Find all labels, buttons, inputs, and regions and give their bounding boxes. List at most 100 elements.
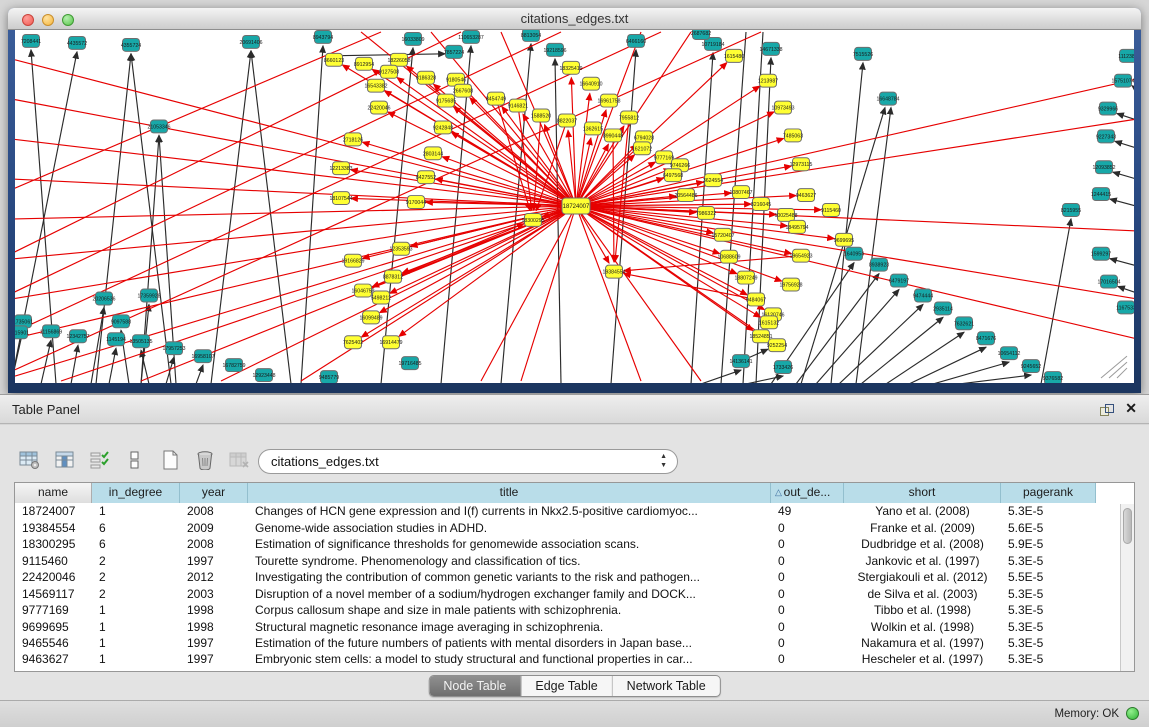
graph-node[interactable]: 8822037 [557,114,577,127]
graph-node[interactable]: 11156869 [40,325,62,338]
graph-node[interactable]: 8454749 [486,92,506,105]
graph-node[interactable]: 1640954 [844,247,864,260]
graph-node[interactable]: 9242848 [433,121,453,134]
table-cell[interactable]: Embryonic stem cells: a model to study s… [248,651,771,667]
table-cell[interactable]: 2008 [180,503,248,519]
graph-node[interactable]: 8878312 [383,270,403,283]
graph-node[interactable]: 20206536 [92,292,115,305]
table-cell[interactable]: 9463627 [15,651,92,667]
graph-node[interactable]: 7515526 [853,47,873,60]
graph-node[interactable]: 3624554 [703,174,723,187]
table-cell[interactable]: 5.5E-5 [1001,569,1096,585]
graph-node[interactable]: 1615132 [759,316,779,329]
graph-node[interactable]: 16648784 [876,92,899,105]
graph-node[interactable]: 2935114 [933,302,953,315]
graph-node[interactable]: 16782759 [222,359,245,372]
graph-node[interactable]: 9376582 [1043,372,1063,383]
graph-node[interactable]: 9474444 [913,289,933,302]
graph-node[interactable]: 1112384 [1118,49,1134,62]
graph-node[interactable]: 7632621 [954,317,974,330]
graph-node[interactable]: 1244415 [1091,188,1111,201]
graph-node[interactable]: 19218596 [543,43,566,56]
table-cell[interactable]: 5.3E-5 [1001,635,1096,651]
table-cell[interactable]: 0 [771,602,844,618]
graph-node[interactable]: 18807249 [734,271,757,284]
table-body[interactable]: 1872400712008Changes of HCN gene express… [15,503,1134,667]
graph-node[interactable]: 2667608 [453,84,473,97]
column-header-short[interactable]: short [844,483,1001,503]
table-cell[interactable]: 0 [771,536,844,552]
table-cell[interactable]: 2009 [180,520,248,536]
graph-node[interactable]: 10025488 [774,208,797,221]
table-cell[interactable]: 0 [771,520,844,536]
table-cell[interactable]: Disruption of a novel member of a sodium… [248,586,771,602]
graph-node[interactable]: 10688609 [717,250,740,263]
column-header-pagerank[interactable]: pagerank [1001,483,1096,503]
graph-node[interactable]: 8471676 [976,332,996,345]
table-cell[interactable]: 5.3E-5 [1001,651,1096,667]
table-cell[interactable]: Genome-wide association studies in ADHD. [248,520,771,536]
table-cell[interactable]: 1998 [180,619,248,635]
graph-node[interactable]: 9146821 [508,99,528,112]
table-cell[interactable]: 1997 [180,553,248,569]
table-cell[interactable]: 1 [92,619,180,635]
table-settings-icon[interactable] [18,448,42,472]
graph-node[interactable]: 1621072 [632,142,652,155]
graph-node[interactable]: 1733426 [773,361,793,374]
graph-node[interactable]: 3915901 [15,326,29,339]
table-cell[interactable]: 0 [771,569,844,585]
graph-node[interactable]: 8186328 [416,71,436,84]
row-height-icon[interactable] [123,448,147,472]
table-cell[interactable]: 22420046 [15,569,92,585]
network-canvas[interactable]: 1872400786601238912954182260589127508818… [15,30,1134,383]
graph-node[interactable]: 16914479 [379,336,402,349]
table-row[interactable]: 946362711997Embryonic stem cells: a mode… [15,651,1134,667]
graph-node[interactable]: 19384554 [602,265,625,278]
table-cell[interactable]: 2 [92,586,180,602]
graph-node[interactable]: 18107544 [329,192,352,205]
table-cell[interactable]: 1997 [180,635,248,651]
table-cell[interactable]: 5.9E-5 [1001,536,1096,552]
column-header-year[interactable]: year [180,483,248,503]
table-cell[interactable]: 5.3E-5 [1001,553,1096,569]
table-cell[interactable]: Wolkin et al. (1998) [844,619,1001,635]
graph-node[interactable]: 20564486 [674,189,697,202]
column-header-name[interactable]: name [15,483,92,503]
graph-node[interactable]: 17359928 [137,289,160,302]
graph-node[interactable]: 16033809 [401,32,424,45]
table-cell[interactable]: Tibbo et al. (1998) [844,602,1001,618]
table-cell[interactable]: Nakamura et al. (1997) [844,635,1001,651]
table-cell[interactable]: Franke et al. (2009) [844,520,1001,536]
table-cell[interactable]: Hescheler et al. (1997) [844,651,1001,667]
graph-node[interactable]: 19756928 [779,278,802,291]
table-vertical-scrollbar[interactable] [1120,504,1134,672]
graph-node[interactable]: 21053346 [147,120,170,133]
graph-node[interactable]: 5498212 [371,291,391,304]
table-cell[interactable]: Tourette syndrome. Phenomenology and cla… [248,553,771,569]
table-row[interactable]: 969969511998Structural magnetic resonanc… [15,619,1134,635]
graph-node[interactable]: 12923448 [252,369,275,382]
table-cell[interactable]: Yano et al. (2008) [844,503,1001,519]
close-panel-icon[interactable]: ✕ [1125,400,1137,417]
table-cell[interactable]: 1 [92,635,180,651]
table-cell[interactable]: Changes of HCN gene expression and I(f) … [248,503,771,519]
table-cell[interactable]: 0 [771,619,844,635]
graph-node[interactable]: 9252254 [767,339,787,352]
table-cell[interactable]: 6 [92,520,180,536]
graph-node[interactable]: 7625402 [343,336,363,349]
graph-node[interactable]: 9329966 [1098,102,1118,115]
table-row[interactable]: 946554611997Estimation of the future num… [15,635,1134,651]
graph-node[interactable]: 16958107 [191,350,214,363]
graph-node[interactable]: 17957253 [162,342,185,355]
graph-node[interactable]: 16640910 [579,77,602,90]
graph-node[interactable]: 8990448 [603,129,623,142]
table-row[interactable]: 1938455462009Genome-wide association stu… [15,520,1134,536]
graph-node[interactable]: 16543382 [364,79,387,92]
graph-node[interactable]: 7955812 [619,111,639,124]
table-cell[interactable]: 5.3E-5 [1001,619,1096,635]
graph-node[interactable]: 8813054 [521,30,541,41]
graph-node[interactable]: 1145194 [106,333,126,346]
table-cell[interactable]: Estimation of the future numbers of pati… [248,635,771,651]
graph-node[interactable]: 14136141 [729,355,752,368]
table-cell[interactable]: 6 [92,536,180,552]
